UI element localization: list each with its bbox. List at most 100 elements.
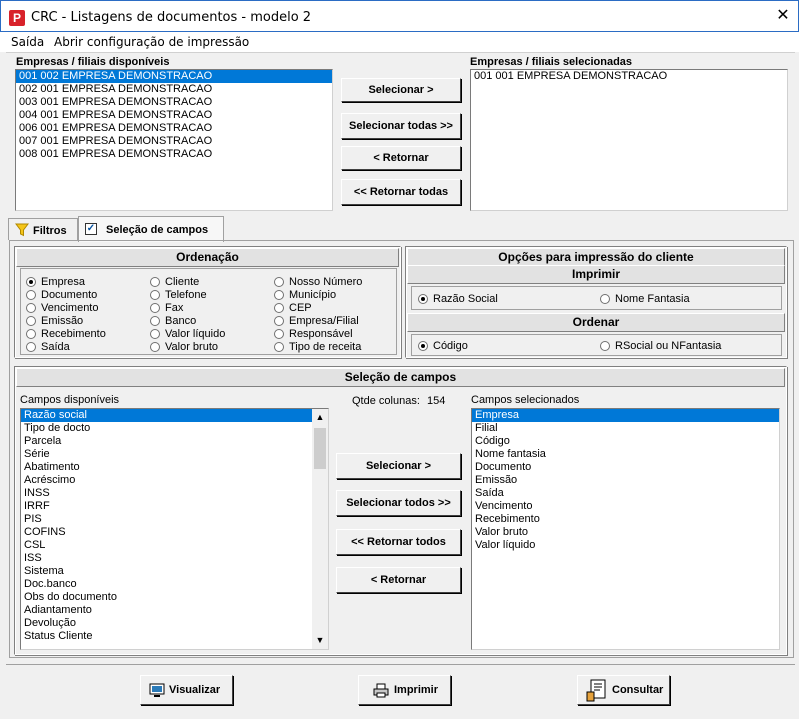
campo-available-item[interactable]: Sistema bbox=[21, 565, 312, 578]
campo-available-item[interactable]: Adiantamento bbox=[21, 604, 312, 617]
consultar-button[interactable]: Consultar bbox=[577, 675, 670, 705]
campo-selected-item[interactable]: Empresa bbox=[472, 409, 779, 422]
campos-selecionar-todos-button[interactable]: Selecionar todos >> bbox=[336, 490, 461, 516]
visualizar-label: Visualizar bbox=[169, 684, 221, 696]
campos-scrollbar[interactable]: ▲ ▼ bbox=[312, 409, 328, 649]
radio-razao-social[interactable]: Razão Social bbox=[418, 293, 498, 306]
campo-available-item[interactable]: Abatimento bbox=[21, 461, 312, 474]
radio-ordenacao-label: Nosso Número bbox=[289, 276, 363, 288]
radio-ordenacao-label: Vencimento bbox=[41, 302, 99, 314]
campos-retornar-todos-button[interactable]: << Retornar todos bbox=[336, 529, 461, 555]
empresa-available-item[interactable]: 001 002 EMPRESA DEMONSTRACAO bbox=[16, 70, 332, 83]
imprimir-button[interactable]: Imprimir bbox=[358, 675, 451, 705]
radio-ordenacao-label: Emissão bbox=[41, 315, 84, 327]
title-bar: P CRC - Listagens de documentos - modelo… bbox=[0, 0, 799, 32]
menu-saida[interactable]: Saída bbox=[11, 35, 44, 49]
campos-available-list[interactable]: Razão social Tipo de docto Parcela Série Aba… bbox=[20, 408, 329, 650]
campo-available-item[interactable]: IRRF bbox=[21, 500, 312, 513]
radio-ordenacao-fax[interactable]: Fax bbox=[150, 302, 183, 315]
radio-ordenacao-tipo-de-receita[interactable]: Tipo de receita bbox=[274, 341, 361, 354]
scroll-down-icon[interactable]: ▼ bbox=[312, 632, 328, 649]
tab-selecao-label: Seleção de campos bbox=[106, 224, 209, 236]
empresa-available-item[interactable]: 004 001 EMPRESA DEMONSTRACAO bbox=[16, 109, 332, 122]
empresas-available-label: Empresas / filiais disponíveis bbox=[16, 56, 170, 68]
campo-selected-item[interactable]: Nome fantasia bbox=[472, 448, 779, 461]
campo-selected-item[interactable]: Saída bbox=[472, 487, 779, 500]
campo-available-item[interactable]: Série bbox=[21, 448, 312, 461]
radio-nome-fantasia[interactable]: Nome Fantasia bbox=[600, 293, 690, 306]
radio-ordenacao-cliente[interactable]: Cliente bbox=[150, 276, 199, 289]
campo-available-item[interactable]: Devolução bbox=[21, 617, 312, 630]
radio-ordenacao-banco[interactable]: Banco bbox=[150, 315, 196, 328]
campos-selecionar-button[interactable]: Selecionar > bbox=[336, 453, 461, 479]
scroll-thumb[interactable] bbox=[314, 428, 326, 469]
campo-selected-item[interactable]: Filial bbox=[472, 422, 779, 435]
campo-available-item[interactable]: Tipo de docto bbox=[21, 422, 312, 435]
campo-selected-item[interactable]: Emissão bbox=[472, 474, 779, 487]
radio-ordenacao-telefone[interactable]: Telefone bbox=[150, 289, 207, 302]
campo-available-item[interactable]: CSL bbox=[21, 539, 312, 552]
radio-rsocial-nfantasia[interactable]: RSocial ou NFantasia bbox=[600, 340, 721, 353]
empresa-available-item[interactable]: 008 001 EMPRESA DEMONSTRACAO bbox=[16, 148, 332, 161]
campo-selected-item[interactable]: Recebimento bbox=[472, 513, 779, 526]
campo-available-item[interactable]: Obs do documento bbox=[21, 591, 312, 604]
empresas-selected-list[interactable]: 001 001 EMPRESA DEMONSTRACAO bbox=[470, 69, 788, 211]
campo-available-item[interactable]: Razão social bbox=[21, 409, 312, 422]
campo-selected-item[interactable]: Valor bruto bbox=[472, 526, 779, 539]
radio-ordenacao-cep[interactable]: CEP bbox=[274, 302, 312, 315]
radio-ordenacao-vencimento[interactable]: Vencimento bbox=[26, 302, 98, 315]
campo-available-item[interactable]: Parcela bbox=[21, 435, 312, 448]
printer-icon bbox=[373, 683, 389, 698]
campo-selected-item[interactable]: Código bbox=[472, 435, 779, 448]
empresa-available-item[interactable]: 007 001 EMPRESA DEMONSTRACAO bbox=[16, 135, 332, 148]
radio-ordenacao-sa-da[interactable]: Saída bbox=[26, 341, 70, 354]
radio-ordenacao-nosso-n-mero[interactable]: Nosso Número bbox=[274, 276, 362, 289]
radio-ordenacao-empresa-filial[interactable]: Empresa/Filial bbox=[274, 315, 359, 328]
radio-rsocial-nfantasia-label: RSocial ou NFantasia bbox=[615, 340, 722, 352]
empresas-selecionar-todas-button[interactable]: Selecionar todas >> bbox=[341, 113, 461, 139]
radio-codigo-label: Código bbox=[433, 340, 468, 352]
empresas-available-list[interactable]: 001 002 EMPRESA DEMONSTRACAO 002 001 EMPR… bbox=[15, 69, 333, 211]
selecao-title: Seleção de campos bbox=[16, 368, 785, 387]
empresas-selecionar-button[interactable]: Selecionar > bbox=[341, 78, 461, 102]
radio-ordenacao-label: Banco bbox=[165, 315, 197, 327]
radio-ordenacao-documento[interactable]: Documento bbox=[26, 289, 97, 302]
radio-codigo[interactable]: Código bbox=[418, 340, 468, 353]
radio-ordenacao-recebimento[interactable]: Recebimento bbox=[26, 328, 106, 341]
empresas-retornar-todas-button[interactable]: << Retornar todas bbox=[341, 179, 461, 205]
campo-available-item[interactable]: ISS bbox=[21, 552, 312, 565]
campos-selected-list[interactable]: Empresa Filial Código Nome fantasia Document… bbox=[471, 408, 780, 650]
radio-ordenacao-respons-vel[interactable]: Responsável bbox=[274, 328, 353, 341]
campos-retornar-button[interactable]: < Retornar bbox=[336, 567, 461, 593]
campo-available-item[interactable]: Status Cliente bbox=[21, 630, 312, 643]
radio-ordenacao-valor-bruto[interactable]: Valor bruto bbox=[150, 341, 218, 354]
close-icon[interactable]: ✕ bbox=[769, 5, 797, 29]
empresa-available-item[interactable]: 006 001 EMPRESA DEMONSTRACAO bbox=[16, 122, 332, 135]
radio-ordenacao-emiss-o[interactable]: Emissão bbox=[26, 315, 83, 328]
tab-selecao-campos[interactable]: ✓ Seleção de campos bbox=[78, 216, 224, 242]
campo-available-item[interactable]: Acréscimo bbox=[21, 474, 312, 487]
campo-selected-item[interactable]: Vencimento bbox=[472, 500, 779, 513]
campo-selected-item[interactable]: Documento bbox=[472, 461, 779, 474]
menu-abrir-configuracao[interactable]: Abrir configuração de impressão bbox=[54, 35, 249, 49]
empresa-selected-item[interactable]: 001 001 EMPRESA DEMONSTRACAO bbox=[471, 70, 787, 83]
consultar-label: Consultar bbox=[612, 684, 664, 696]
app-icon: P bbox=[9, 10, 25, 26]
empresa-available-item[interactable]: 003 001 EMPRESA DEMONSTRACAO bbox=[16, 96, 332, 109]
radio-ordenacao-valor-l-quido[interactable]: Valor líquido bbox=[150, 328, 225, 341]
radio-ordenacao-empresa[interactable]: Empresa bbox=[26, 276, 85, 289]
ordenacao-group: Ordenação Empresa Documento Vencimento Emis… bbox=[14, 246, 401, 358]
campo-available-item[interactable]: PIS bbox=[21, 513, 312, 526]
campo-selected-item[interactable]: Valor líquido bbox=[472, 539, 779, 552]
radio-ordenacao-label: Responsável bbox=[289, 328, 353, 340]
scroll-up-icon[interactable]: ▲ bbox=[312, 409, 328, 426]
campo-available-item[interactable]: Doc.banco bbox=[21, 578, 312, 591]
tab-filtros[interactable]: Filtros bbox=[8, 218, 78, 240]
campo-available-item[interactable]: COFINS bbox=[21, 526, 312, 539]
empresas-retornar-button[interactable]: < Retornar bbox=[341, 146, 461, 170]
radio-ordenacao-munic-pio[interactable]: Município bbox=[274, 289, 336, 302]
window-title: CRC - Listagens de documentos - modelo 2 bbox=[31, 10, 312, 25]
campo-available-item[interactable]: INSS bbox=[21, 487, 312, 500]
empresa-available-item[interactable]: 002 001 EMPRESA DEMONSTRACAO bbox=[16, 83, 332, 96]
visualizar-button[interactable]: Visualizar bbox=[140, 675, 233, 705]
